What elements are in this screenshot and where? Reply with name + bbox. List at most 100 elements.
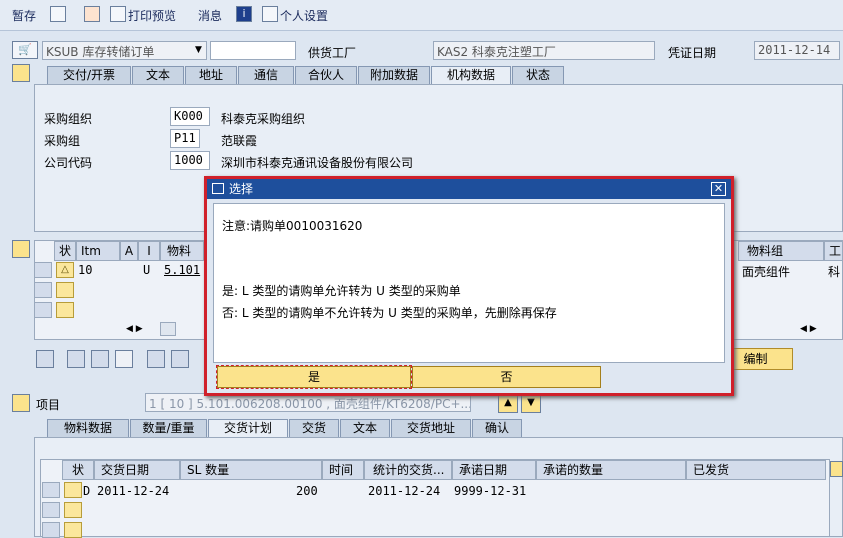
personal-settings-button[interactable]: 个人设置 (280, 7, 328, 24)
dialog-line-yes: 是: L 类型的请购单允许转为 U 类型的采购单 (222, 284, 461, 298)
tab-partners[interactable]: 合伙人 (295, 66, 357, 84)
col-item[interactable]: Itm (76, 241, 120, 261)
next-item-icon[interactable]: ▼ (521, 394, 541, 413)
empty-row-cell[interactable] (64, 502, 82, 518)
scroll-right-icon[interactable]: ◀ ▶ (800, 324, 817, 334)
col-sched-status[interactable]: 状 (62, 460, 94, 480)
schedule-stat-date[interactable]: 2011-12-24 (368, 484, 440, 498)
status-cell (64, 482, 82, 498)
col-time[interactable]: 时间 (322, 460, 364, 480)
schedule-flag: D (83, 484, 91, 498)
tab-address[interactable]: 地址 (185, 66, 237, 84)
item-material[interactable]: 5.101 (164, 263, 200, 277)
schedule-quantity[interactable]: 200 (296, 484, 318, 498)
purch-group-field[interactable]: P11 (170, 129, 200, 148)
company-code-label: 公司代码 (44, 156, 93, 170)
tab-status[interactable]: 状态 (512, 66, 564, 84)
doc-date-label: 凭证日期 (668, 46, 717, 60)
tab-delivery-invoice[interactable]: 交付/开票 (47, 66, 131, 84)
copy-icon[interactable] (115, 350, 133, 368)
col-commit-qty[interactable]: 承诺的数量 (536, 460, 686, 480)
expand-header-icon[interactable] (12, 64, 30, 82)
check-icon[interactable] (84, 6, 100, 22)
purch-org-label: 采购组织 (44, 112, 93, 126)
col-status[interactable]: 状 (54, 241, 76, 261)
select-all-icon[interactable] (67, 350, 85, 368)
delete-icon[interactable] (147, 350, 165, 368)
col-stat-delivery[interactable]: 统计的交货... (364, 460, 452, 480)
tab-text[interactable]: 文本 (132, 66, 184, 84)
printer-icon[interactable] (110, 6, 126, 22)
item-extra: 科 (828, 265, 841, 279)
info-icon[interactable]: i (236, 6, 252, 22)
item-material-group: 面壳组件 (742, 265, 791, 279)
purch-org-field[interactable]: K000 (170, 107, 210, 126)
purch-group-label: 采购组 (44, 134, 81, 148)
purch-org-name: 科泰克采购组织 (221, 112, 306, 126)
purch-group-name: 范联霞 (221, 134, 258, 148)
empty-row-cell[interactable] (56, 282, 74, 298)
row-selector[interactable] (34, 262, 52, 278)
horizontal-scrollbar[interactable] (160, 322, 176, 336)
expand-item-detail-icon[interactable] (12, 394, 30, 412)
tab-additional-data[interactable]: 附加数据 (358, 66, 430, 84)
doc-type-select[interactable]: KSUB 库存转储订单 (42, 41, 207, 60)
col-extra[interactable]: 工 (824, 241, 843, 261)
details-icon[interactable] (36, 350, 54, 368)
tab-delivery-schedule[interactable]: 交货计划 (208, 419, 288, 437)
item-category: U (143, 263, 151, 277)
doc-date-field[interactable]: 2011-12-14 (754, 41, 840, 60)
col-a[interactable]: A (120, 241, 138, 261)
tab-delivery-address[interactable]: 交货地址 (391, 419, 471, 437)
warning-icon: △ (56, 262, 74, 278)
doc-number-field[interactable] (210, 41, 296, 60)
no-button[interactable]: 否 (412, 366, 601, 388)
row-selector[interactable] (34, 302, 52, 318)
empty-row-cell[interactable] (56, 302, 74, 318)
tab-org-data[interactable]: 机构数据 (431, 66, 511, 84)
col-material-group[interactable]: 物料组 (738, 241, 824, 261)
schedule-commit-date[interactable]: 9999-12-31 (454, 484, 526, 498)
tab-quantity-weight[interactable]: 数量/重量 (130, 419, 207, 437)
vendor-plant-field[interactable]: KAS2 科泰克注塑工厂 (433, 41, 655, 60)
row-selector[interactable] (34, 282, 52, 298)
close-icon[interactable]: ✕ (711, 182, 726, 196)
col-material[interactable]: 物料 (160, 241, 204, 261)
messages-button[interactable]: 消息 (198, 7, 222, 24)
expand-items-icon[interactable] (12, 240, 30, 258)
company-code-field[interactable]: 1000 (170, 151, 210, 170)
lock-icon[interactable] (171, 350, 189, 368)
row-selector[interactable] (42, 502, 60, 518)
structure-icon[interactable] (50, 6, 66, 22)
cart-icon[interactable]: 🛒 (12, 41, 38, 59)
deselect-icon[interactable] (91, 350, 109, 368)
tab-delivery[interactable]: 交货 (289, 419, 339, 437)
document-header: 🛒 KSUB 库存转储订单 ▼ 供货工厂 KAS2 科泰克注塑工厂 凭证日期 2… (0, 31, 843, 61)
chevron-down-icon[interactable]: ▼ (195, 45, 202, 55)
dialog-titlebar: 选择 ✕ (207, 179, 731, 199)
scroll-left-icon[interactable]: ◀ ▶ (126, 324, 143, 334)
tab-material-data[interactable]: 物料数据 (47, 419, 129, 437)
dialog-icon (212, 183, 224, 194)
col-delivered[interactable]: 已发货 (686, 460, 826, 480)
col-delivery-date[interactable]: 交货日期 (94, 460, 180, 480)
selection-dialog: 选择 ✕ 注意:请购单0010031620 是: L 类型的请购单允许转为 U … (204, 176, 734, 396)
yes-button[interactable]: 是 (216, 365, 412, 389)
dialog-line-no: 否: L 类型的请购单不允许转为 U 类型的采购单，先删除再保存 (222, 306, 557, 320)
dialog-note: 注意:请购单0010031620 (222, 219, 363, 233)
empty-row-cell[interactable] (64, 522, 82, 538)
col-sl-quantity[interactable]: SL 数量 (180, 460, 322, 480)
personal-settings-icon[interactable] (262, 6, 278, 22)
row-selector[interactable] (42, 522, 60, 538)
tab-item-text[interactable]: 文本 (340, 419, 390, 437)
col-i[interactable]: I (138, 241, 160, 261)
table-settings-icon[interactable] (830, 461, 843, 477)
row-selector[interactable] (42, 482, 60, 498)
col-commit-date[interactable]: 承诺日期 (452, 460, 536, 480)
hold-button[interactable]: 暂存 (12, 7, 36, 24)
print-preview-button[interactable]: 打印预览 (128, 7, 176, 24)
previous-item-icon[interactable]: ▲ (498, 394, 518, 413)
schedule-delivery-date[interactable]: 2011-12-24 (97, 484, 169, 498)
tab-confirmation[interactable]: 确认 (472, 419, 522, 437)
tab-communication[interactable]: 通信 (238, 66, 294, 84)
